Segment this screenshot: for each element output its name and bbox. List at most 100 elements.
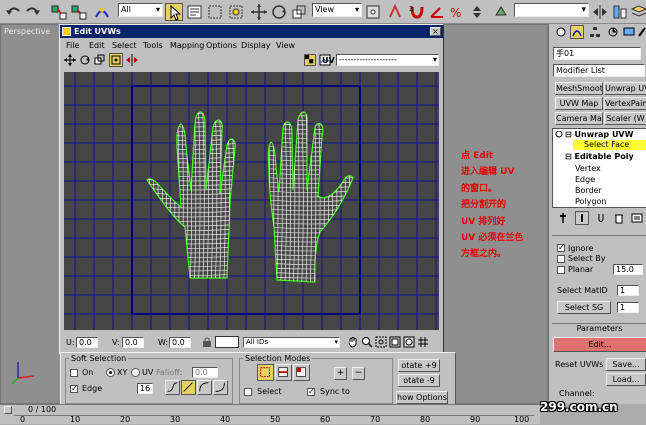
- show-end-result-icon[interactable]: [575, 211, 589, 225]
- lock-selection-icon[interactable]: [202, 337, 212, 347]
- display-tab-icon[interactable]: [623, 26, 635, 38]
- named-selection-icon[interactable]: [492, 3, 510, 21]
- falloff-value-field[interactable]: 0.0: [192, 367, 218, 378]
- right-hand-uv-shell[interactable]: [264, 110, 356, 284]
- uv-grid[interactable]: [64, 72, 439, 330]
- layer-manager-icon[interactable]: [630, 3, 646, 21]
- edge-mode-button[interactable]: [275, 364, 292, 381]
- u-value-field[interactable]: 0.0: [76, 337, 98, 348]
- xy-radio[interactable]: [106, 368, 115, 377]
- rotate-icon[interactable]: [270, 3, 288, 21]
- uv-radio[interactable]: [131, 368, 140, 377]
- stack-item-border[interactable]: Border: [575, 186, 602, 196]
- menu-tools[interactable]: Tools: [143, 39, 163, 52]
- reset-uvws-button[interactable]: Reset UVWs: [555, 360, 603, 370]
- uv-freeform-icon[interactable]: [109, 53, 123, 67]
- rectangular-selection-icon[interactable]: [206, 3, 224, 21]
- load-button[interactable]: Load...: [606, 373, 646, 386]
- menu-file[interactable]: File: [66, 39, 79, 52]
- modifier-list-dropdown[interactable]: Modifier List: [553, 64, 645, 77]
- zoom-icon[interactable]: [361, 336, 373, 348]
- bind-space-warp-icon[interactable]: [93, 3, 111, 21]
- select-sg-button[interactable]: Select SG: [557, 301, 611, 314]
- select-matid-field[interactable]: 1: [617, 285, 639, 296]
- parameters-rollout-header[interactable]: Parameters: [552, 323, 646, 333]
- stack-item-edge[interactable]: Edge: [575, 175, 595, 185]
- pan-icon[interactable]: [347, 336, 359, 348]
- zoom-selected-icon[interactable]: [403, 336, 415, 348]
- sync-to-viewport-checkbox[interactable]: ✓: [307, 388, 315, 396]
- percent-snap-icon[interactable]: %: [448, 3, 466, 21]
- stack-item-vertex[interactable]: Vertex: [575, 164, 601, 174]
- v-value-field[interactable]: 0.0: [122, 337, 144, 348]
- remove-modifier-icon[interactable]: [613, 212, 625, 224]
- pivot-center-icon[interactable]: [364, 3, 382, 21]
- uv-rotate-icon[interactable]: [79, 54, 91, 66]
- named-selection-set-field[interactable]: ▾: [514, 3, 589, 17]
- falloff-fast-out-button[interactable]: [213, 380, 228, 395]
- viewport-label[interactable]: Perspective: [4, 27, 50, 36]
- uv-scale-icon[interactable]: [94, 54, 106, 66]
- window-crossing-icon[interactable]: [227, 3, 245, 21]
- stack-item-polygon[interactable]: Polygon: [575, 197, 606, 207]
- align-icon[interactable]: [611, 3, 629, 21]
- stack-item-select-face[interactable]: Select Face: [573, 140, 646, 150]
- unlink-icon[interactable]: [70, 3, 88, 21]
- stack-item-editable-poly[interactable]: ⊟ Editable Poly: [565, 152, 634, 162]
- xform-scaler-button[interactable]: Scaler (W: [604, 112, 646, 125]
- menu-mapping[interactable]: Mapping: [170, 39, 204, 52]
- timeline[interactable]: 0 / 100 0 10 20 30 40 50 60 70 80 90 100: [0, 404, 540, 424]
- uv-checker-icon[interactable]: [304, 54, 316, 66]
- rotate-minus-90-button[interactable]: otate -9: [398, 374, 440, 387]
- face-mode-button[interactable]: [293, 364, 310, 381]
- configure-modifier-sets-icon[interactable]: [631, 212, 643, 224]
- planar-checkbox[interactable]: [557, 266, 565, 274]
- zoom-extents-icon[interactable]: [389, 336, 401, 348]
- select-matid-label[interactable]: Select MatID: [557, 286, 608, 296]
- edge-checkbox[interactable]: ✓: [70, 385, 78, 393]
- menu-display[interactable]: Display: [241, 39, 271, 52]
- planar-angle-field[interactable]: 15.0: [613, 264, 643, 275]
- meshsmooth-button[interactable]: MeshSmooth: [555, 82, 603, 95]
- pin-stack-icon[interactable]: [557, 212, 569, 224]
- select-element-checkbox[interactable]: [244, 388, 252, 396]
- material-id-dropdown[interactable]: All IDs ▾: [243, 337, 340, 348]
- menu-edit[interactable]: Edit: [89, 39, 105, 52]
- window-close-button[interactable]: ×: [430, 27, 441, 36]
- angle-snap-icon[interactable]: [428, 3, 446, 21]
- uv-move-icon[interactable]: [64, 54, 76, 66]
- unwrap-uvw-button[interactable]: Unwrap UVW: [604, 82, 646, 95]
- make-unique-icon[interactable]: [595, 212, 607, 224]
- move-icon[interactable]: [250, 3, 268, 21]
- modifier-stack-list[interactable]: ⊟ Unwrap UVW Select Face ⊟ Editable Poly…: [552, 128, 646, 208]
- object-name-field[interactable]: 手01: [553, 47, 641, 60]
- utilities-tab-icon[interactable]: [637, 26, 646, 38]
- select-link-icon[interactable]: [50, 3, 68, 21]
- falloff-smooth-button[interactable]: [165, 380, 180, 395]
- motion-tab-icon[interactable]: [607, 26, 619, 38]
- hierarchy-tab-icon[interactable]: [589, 26, 601, 38]
- shrink-selection-button[interactable]: −: [352, 367, 365, 380]
- scale-icon[interactable]: [290, 3, 308, 21]
- expand-selection-button[interactable]: +: [334, 367, 347, 380]
- vertex-mode-button[interactable]: [257, 364, 274, 381]
- menu-select[interactable]: Select: [112, 39, 137, 52]
- vertexpaint-button[interactable]: VertexPaint: [604, 97, 646, 110]
- rotate-plus-90-button[interactable]: otate +9: [398, 359, 440, 372]
- edit-uvw-button[interactable]: Edit...: [553, 337, 646, 352]
- uv-editor-canvas[interactable]: [64, 72, 439, 330]
- select-object-icon[interactable]: [165, 3, 183, 21]
- uv-mirror-icon[interactable]: [126, 54, 138, 66]
- zoom-region-icon[interactable]: [375, 336, 387, 348]
- uvw-map-button[interactable]: UVW Map: [555, 97, 603, 110]
- timeline-track[interactable]: 0 10 20 30 40 50 60 70 80 90 100: [14, 415, 534, 424]
- show-options-button[interactable]: how Options.: [396, 391, 448, 404]
- soft-selection-on-checkbox[interactable]: [70, 369, 78, 377]
- camera-map-button[interactable]: Camera Map: [555, 112, 603, 125]
- spinner-snap-icon[interactable]: [468, 3, 486, 21]
- edge-distance-field[interactable]: 16: [137, 383, 153, 394]
- window-title-bar[interactable]: Edit UVWs: [60, 25, 443, 38]
- modify-tab-icon[interactable]: [570, 25, 584, 39]
- mirror-icon[interactable]: [591, 3, 609, 21]
- redo-icon[interactable]: [24, 3, 42, 21]
